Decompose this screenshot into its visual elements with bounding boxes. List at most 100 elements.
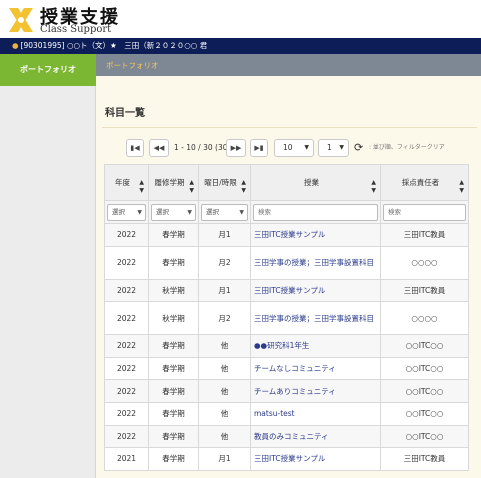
cell-term: 春学期 (148, 356, 199, 381)
user-icon: ● (12, 41, 19, 50)
page-number-value: 1 (327, 143, 332, 152)
year-filter-select[interactable]: 選択 ▼ (107, 203, 146, 221)
term-filter-value: 選択 (156, 207, 169, 216)
last-page-icon: ▶▮ (254, 144, 264, 152)
cell-grader: 三田ITC教員 (380, 278, 469, 303)
table-row[interactable]: 2022 春学期 月2 三田学事の授業；三田学事設置科目 ○○○○ (104, 245, 469, 280)
day-filter-select[interactable]: 選択 ▼ (201, 203, 248, 221)
breadcrumb-portfolio[interactable]: ポートフォリオ (106, 60, 159, 71)
first-page-icon: ▮◀ (130, 144, 140, 152)
cell-term: 秋学期 (148, 301, 199, 336)
column-header-label: 年度 (115, 178, 130, 187)
term-filter-select[interactable]: 選択 ▼ (151, 203, 196, 221)
table-row[interactable]: 2022 春学期 他 教員のみコミュニティ ○○ITC○○ (104, 424, 469, 449)
table-row[interactable]: 2022 春学期 他 チームありコミュニティ ○○ITC○○ (104, 379, 469, 403)
table-row[interactable]: 2022 春学期 他 matsu-test ○○ITC○○ (104, 401, 469, 426)
column-header-label: 曜日/時限 (204, 178, 237, 187)
cell-day: 他 (198, 424, 251, 449)
chevron-down-icon: ▼ (304, 144, 309, 151)
user-bar: ● [90301995] ○○ト（文）★ 三田（新２０２０○○ 君 (0, 38, 481, 54)
column-header-day[interactable]: 曜日/時限 ▲ ▼ (198, 164, 251, 201)
cell-grader: ○○○○ (380, 245, 469, 280)
breadcrumb: ポートフォリオ (96, 54, 481, 76)
course-search-input[interactable]: 検索 (253, 203, 378, 221)
refresh-icon[interactable]: ⟳ (354, 140, 363, 156)
next-page-button[interactable]: ▶▶ (226, 139, 246, 157)
cell-day: 月2 (198, 245, 251, 280)
cell-year: 2022 (104, 301, 149, 336)
sidebar: ポートフォリオ (0, 54, 96, 478)
table-row[interactable]: 2022 春学期 月1 三田ITC授業サンプル 三田ITC教員 (104, 223, 469, 247)
cell-grader: ○○ITC○○ (380, 401, 469, 426)
pager-range: 1 - 10 / 30 (30) (174, 143, 231, 152)
course-table: 年度 ▲ ▼ 履修学期 ▲ ▼ 曜日/時限 ▲ ▼ 授業 ▲ ▼ 採点責任者 ▲ ▼ 選択 ▼ 選択 ▼… (104, 164, 469, 471)
cell-term: 春学期 (148, 245, 199, 280)
cell-year: 2022 (104, 379, 149, 403)
cell-grader: ○○ITC○○ (380, 334, 469, 358)
page-size-select[interactable]: 10 ▼ (274, 139, 314, 157)
table-row[interactable]: 2022 秋学期 月2 三田学事の授業；三田学事設置科目 ○○○○ (104, 301, 469, 336)
sidebar-item-portfolio[interactable]: ポートフォリオ (0, 54, 96, 86)
column-header-label: 履修学期 (154, 178, 185, 187)
sort-icon: ▲ ▼ (459, 178, 464, 194)
cell-year: 2022 (104, 245, 149, 280)
course-link[interactable]: 教員のみコミュニティ (250, 424, 381, 449)
course-link[interactable]: チームありコミュニティ (250, 379, 381, 403)
course-link[interactable]: 三田ITC授業サンプル (250, 447, 381, 471)
chevron-down-icon: ▼ (239, 208, 244, 216)
course-link[interactable]: 三田ITC授業サンプル (250, 223, 381, 247)
main-panel: 科目一覧 ▮◀ ◀◀ 1 - 10 / 30 (30) ▶▶ ▶▮ 10 ▼ 1 ▼… (96, 76, 481, 478)
cell-grader: ○○ITC○○ (380, 424, 469, 449)
cell-grader: ○○○○ (380, 301, 469, 336)
cell-day: 月2 (198, 301, 251, 336)
table-header-row: 年度 ▲ ▼ 履修学期 ▲ ▼ 曜日/時限 ▲ ▼ 授業 ▲ ▼ 採点責任者 ▲ ▼ (104, 164, 469, 201)
course-link[interactable]: matsu-test (250, 401, 381, 426)
filter-row: 選択 ▼ 選択 ▼ 選択 ▼ 検索 検索 (104, 200, 469, 224)
cell-grader: ○○ITC○○ (380, 379, 469, 403)
cell-day: 月1 (198, 447, 251, 471)
cell-day: 他 (198, 379, 251, 403)
cell-year: 2022 (104, 223, 149, 247)
cell-grader: 三田ITC教員 (380, 447, 469, 471)
chevron-down-icon: ▼ (187, 208, 192, 216)
cell-year: 2022 (104, 401, 149, 426)
grader-search-input[interactable]: 検索 (383, 203, 466, 221)
cell-year: 2021 (104, 447, 149, 471)
course-link[interactable]: 三田学事の授業；三田学事設置科目 (250, 245, 381, 280)
course-link[interactable]: チームなしコミュニティ (250, 356, 381, 381)
title-divider (102, 127, 477, 128)
sort-icon: ▲ ▼ (371, 178, 376, 194)
first-page-button[interactable]: ▮◀ (126, 139, 144, 157)
cell-year: 2022 (104, 356, 149, 381)
table-row[interactable]: 2022 春学期 他 チームなしコミュニティ ○○ITC○○ (104, 356, 469, 381)
last-page-button[interactable]: ▶▮ (250, 139, 268, 157)
course-link[interactable]: 三田学事の授業；三田学事設置科目 (250, 301, 381, 336)
page-title: 科目一覧 (105, 108, 145, 119)
column-header-course[interactable]: 授業 ▲ ▼ (250, 164, 381, 201)
table-row[interactable]: 2021 春学期 月1 三田ITC授業サンプル 三田ITC教員 (104, 447, 469, 471)
next-page-icon: ▶▶ (230, 144, 242, 152)
cell-term: 春学期 (148, 334, 199, 358)
table-row[interactable]: 2022 春学期 他 ●●研究科1年生 ○○ITC○○ (104, 334, 469, 358)
column-header-year[interactable]: 年度 ▲ ▼ (104, 164, 149, 201)
chevron-down-icon: ▼ (339, 144, 344, 151)
prev-page-button[interactable]: ◀◀ (149, 139, 169, 157)
column-header-term[interactable]: 履修学期 ▲ ▼ (148, 164, 199, 201)
chevron-down-icon: ▼ (137, 208, 142, 216)
table-row[interactable]: 2022 秋学期 月1 三田ITC授業サンプル 三田ITC教員 (104, 278, 469, 303)
course-link[interactable]: ●●研究科1年生 (250, 334, 381, 358)
column-header-label: 採点責任者 (401, 178, 440, 187)
cell-grader: 三田ITC教員 (380, 223, 469, 247)
cell-year: 2022 (104, 278, 149, 303)
cell-year: 2022 (104, 334, 149, 358)
page-number-select[interactable]: 1 ▼ (318, 139, 349, 157)
cell-day: 月1 (198, 278, 251, 303)
sort-icon: ▲ ▼ (139, 178, 144, 194)
cell-term: 春学期 (148, 447, 199, 471)
course-link[interactable]: 三田ITC授業サンプル (250, 278, 381, 303)
column-header-grader[interactable]: 採点責任者 ▲ ▼ (380, 164, 469, 201)
cell-year: 2022 (104, 424, 149, 449)
x-logo-icon (9, 8, 33, 32)
sort-icon: ▲ ▼ (241, 178, 246, 194)
sort-icon: ▲ ▼ (189, 178, 194, 194)
